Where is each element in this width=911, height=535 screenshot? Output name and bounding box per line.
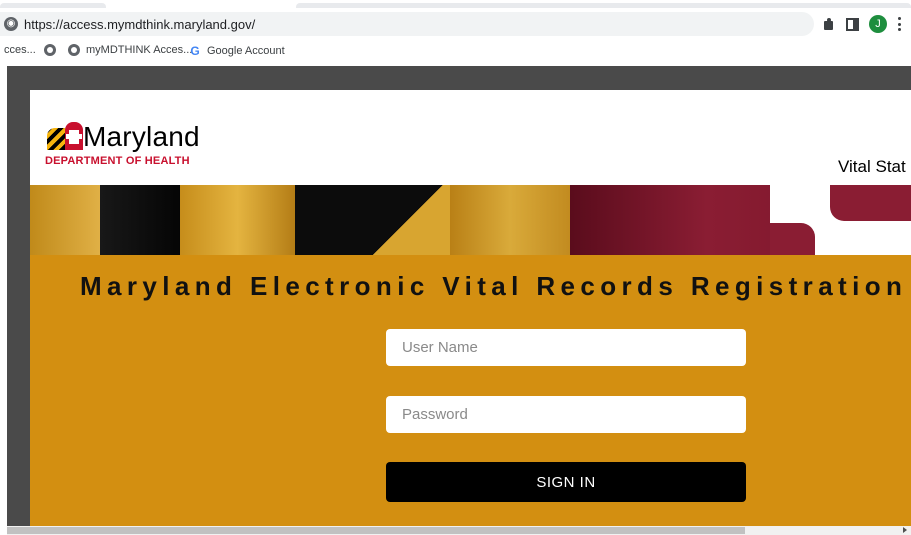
bookmark-item[interactable] <box>44 44 56 56</box>
password-input[interactable] <box>386 396 746 433</box>
extensions-icon[interactable] <box>822 17 836 31</box>
bookmark-item[interactable]: cces... <box>4 44 36 56</box>
site-info-icon[interactable]: ◉ <box>4 17 18 31</box>
address-bar[interactable]: ◉ https://access.mymdthink.maryland.gov/ <box>0 12 814 36</box>
bookmark-label: myMDTHINK Acces... <box>86 44 193 56</box>
profile-avatar[interactable]: J <box>869 15 887 33</box>
login-panel: Maryland Electronic Vital Records Regist… <box>30 255 911 526</box>
logo-department-text: DEPARTMENT OF HEALTH <box>45 155 190 167</box>
header-vital-statistics-text: Vital Stat <box>838 157 906 176</box>
sign-in-button[interactable]: SIGN IN <box>386 462 746 502</box>
site-header: Maryland DEPARTMENT OF HEALTH Vital Stat <box>30 90 911 185</box>
browser-window: ◉ https://access.mymdthink.maryland.gov/… <box>0 0 911 535</box>
side-panel-icon[interactable] <box>846 17 859 31</box>
toolbar-icons: J <box>822 14 901 34</box>
page-viewport: Maryland DEPARTMENT OF HEALTH Vital Stat… <box>7 66 911 526</box>
address-url[interactable]: https://access.mymdthink.maryland.gov/ <box>24 17 255 32</box>
bookmark-item[interactable]: G Google Account <box>189 44 285 58</box>
bookmark-item[interactable]: myMDTHINK Acces... <box>68 44 192 56</box>
scroll-right-arrow-icon[interactable] <box>903 527 907 533</box>
maryland-flag-banner <box>30 185 911 255</box>
horizontal-scrollbar[interactable] <box>7 526 911 535</box>
tab-strip <box>0 0 911 8</box>
logo-brand-text: Maryland <box>83 121 200 152</box>
bookmark-label: cces... <box>4 44 36 56</box>
globe-icon <box>44 44 56 56</box>
menu-kebab-icon[interactable] <box>897 17 901 31</box>
username-input[interactable] <box>386 329 746 366</box>
globe-icon <box>68 44 80 56</box>
bookmark-label: Google Account <box>207 45 285 57</box>
page-content: Maryland DEPARTMENT OF HEALTH Vital Stat… <box>30 90 911 526</box>
bookmarks-bar: cces... myMDTHINK Acces... G Google Acco… <box>0 40 911 62</box>
address-bar-row: ◉ https://access.mymdthink.maryland.gov/… <box>0 8 911 40</box>
scrollbar-thumb[interactable] <box>7 527 745 534</box>
page-title: Maryland Electronic Vital Records Regist… <box>80 271 908 301</box>
google-icon: G <box>190 44 200 58</box>
